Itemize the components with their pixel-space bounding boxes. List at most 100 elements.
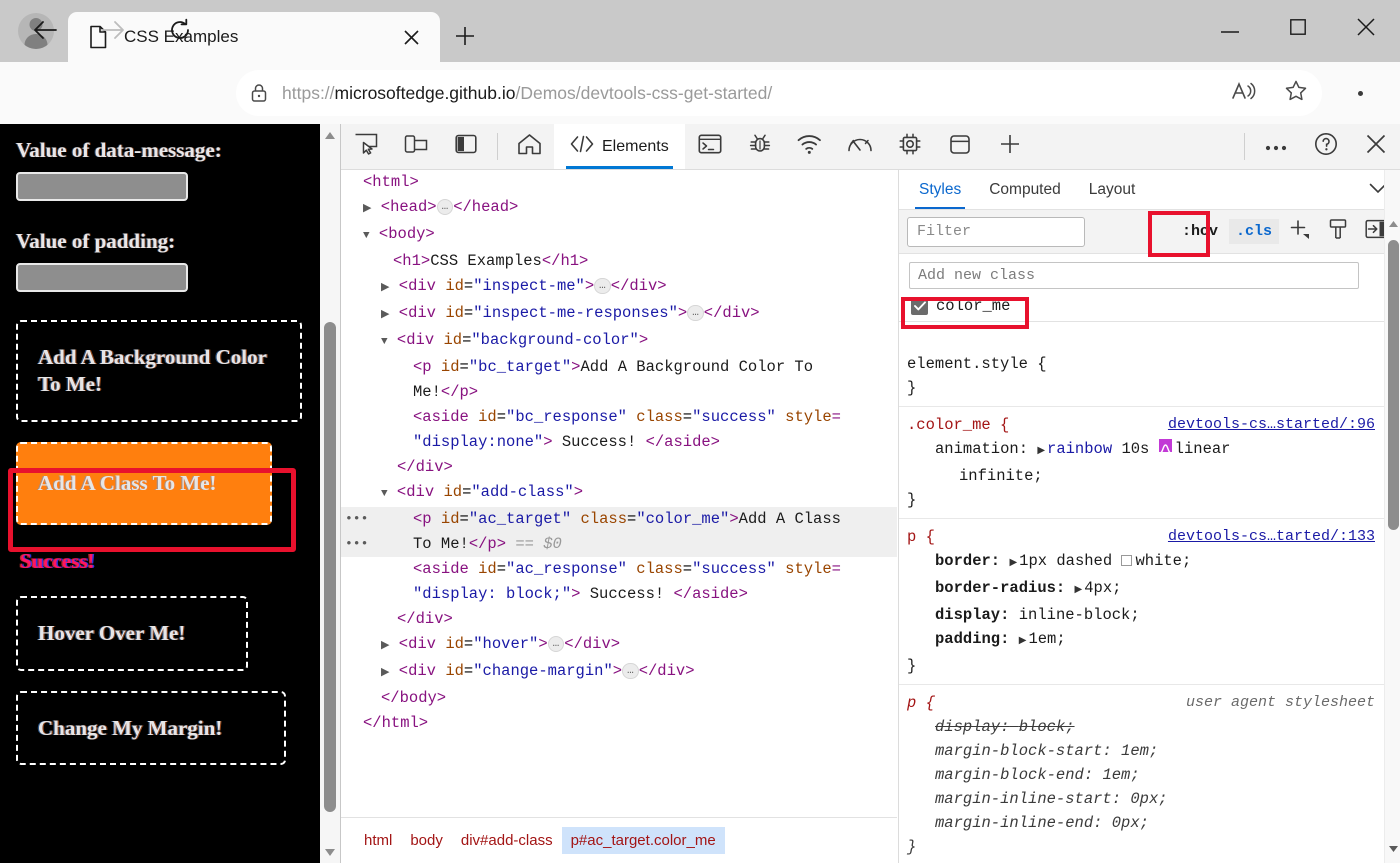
dom-line-html-close[interactable]: </html> — [341, 711, 897, 736]
class-toggle-row[interactable]: color_me — [909, 297, 1391, 315]
tab-styles[interactable]: Styles — [905, 171, 975, 209]
read-aloud-button[interactable] — [1218, 80, 1270, 107]
dock-side-button[interactable] — [441, 124, 491, 169]
dom-line-inspect-me-responses[interactable]: <div id="inspect-me-responses">…</div> — [341, 301, 897, 328]
expand-arrow-icon[interactable] — [1037, 440, 1047, 458]
tab-computed[interactable]: Computed — [975, 171, 1075, 209]
declaration-border[interactable]: border: 1px dashed white; — [907, 549, 1375, 576]
dom-line-h1[interactable]: <h1>CSS Examples</h1> — [341, 249, 897, 274]
scroll-up-arrow-icon[interactable] — [320, 124, 340, 146]
dom-line-html-open[interactable]: <html> — [341, 170, 897, 195]
padding-input[interactable] — [16, 263, 188, 292]
dom-line-ac-response[interactable]: <aside id="ac_response" class="success" … — [341, 557, 897, 582]
favorite-button[interactable] — [1270, 79, 1322, 108]
back-button[interactable] — [25, 12, 65, 52]
dom-line-head[interactable]: <head>…</head> — [341, 195, 897, 222]
new-style-rule-button[interactable] — [1283, 217, 1317, 247]
declaration-display[interactable]: display: inline-block; — [907, 603, 1375, 627]
declaration-margin-inline-start[interactable]: margin-inline-start: 0px; — [907, 787, 1375, 811]
change-margin-target[interactable]: Change My Margin! — [16, 690, 286, 766]
tab-performance[interactable] — [835, 124, 885, 169]
styles-scrollbar[interactable] — [1384, 170, 1400, 863]
dom-line-ac-target-selected[interactable]: <p id="ac_target" class="color_me">Add A… — [341, 506, 897, 532]
styles-scrollbar-thumb[interactable] — [1388, 240, 1399, 530]
declaration-animation[interactable]: animation: rainbow 10s linear — [907, 437, 1375, 464]
dom-line-body-close[interactable]: </body> — [341, 686, 897, 711]
expand-arrow-icon[interactable] — [1019, 630, 1029, 648]
breadcrumb-p-ac-target[interactable]: p#ac_target.color_me — [561, 827, 725, 854]
declaration-margin-block-start[interactable]: margin-block-start: 1em; — [907, 739, 1375, 763]
page-scrollbar-thumb[interactable] — [324, 322, 336, 812]
tab-elements[interactable]: Elements — [554, 124, 685, 169]
rule-p-user-agent[interactable]: p { user agent stylesheet display: block… — [899, 685, 1385, 863]
scroll-up-arrow-icon[interactable] — [1385, 214, 1400, 234]
new-tab-button[interactable] — [446, 20, 484, 56]
background-color-target[interactable]: Add A Background Color To Me! — [16, 320, 302, 422]
dom-line-add-class-close[interactable]: </div> — [341, 607, 897, 632]
tab-debugger[interactable] — [735, 124, 785, 169]
rule-selector[interactable]: p { — [907, 694, 935, 712]
declaration-border-radius[interactable]: border-radius: 4px; — [907, 576, 1375, 603]
tab-console[interactable] — [685, 124, 735, 169]
dom-line-hover[interactable]: <div id="hover">…</div> — [341, 632, 897, 659]
dom-line-add-class-open[interactable]: <div id="add-class"> — [341, 480, 897, 507]
toggle-pseudo-states-button[interactable]: :hov — [1175, 219, 1225, 244]
expand-arrow-icon[interactable] — [1009, 552, 1019, 570]
breadcrumb-body[interactable]: body — [401, 827, 452, 854]
rule-color-me[interactable]: .color_me { devtools-cs…started/:96 anim… — [899, 407, 1385, 519]
dom-line-inspect-me[interactable]: <div id="inspect-me">…</div> — [341, 274, 897, 301]
dom-line-bc-target[interactable]: <p id="bc_target">Add A Background Color… — [341, 355, 897, 380]
dom-line-ac-target-cont[interactable]: To Me!</p> == $0 — [341, 531, 897, 557]
tab-memory[interactable] — [885, 124, 935, 169]
hover-target[interactable]: Hover Over Me! — [16, 595, 248, 671]
tab-layout[interactable]: Layout — [1075, 171, 1150, 209]
breadcrumb-html[interactable]: html — [355, 827, 401, 854]
class-checkbox[interactable] — [911, 297, 928, 315]
data-message-input[interactable] — [16, 172, 188, 201]
devtools-more-button[interactable] — [1251, 124, 1301, 169]
close-icon[interactable] — [396, 22, 426, 52]
browser-settings-button[interactable] — [1340, 78, 1380, 108]
rule-selector[interactable]: .color_me { — [907, 416, 1009, 434]
rule-selector[interactable]: p { — [907, 528, 935, 546]
copy-styles-button[interactable] — [1321, 217, 1355, 247]
close-window-button[interactable] — [1332, 0, 1400, 58]
rule-origin-link[interactable]: devtools-cs…tarted/:133 — [1168, 525, 1375, 549]
color-swatch[interactable] — [1121, 555, 1133, 566]
device-emulation-button[interactable] — [391, 124, 441, 169]
maximize-button[interactable] — [1264, 0, 1332, 58]
add-new-class-input[interactable]: Add new class — [909, 262, 1359, 289]
breadcrumb-div-add-class[interactable]: div#add-class — [452, 827, 562, 854]
rule-element-style[interactable]: element.style { } — [899, 346, 1385, 407]
devtools-help-button[interactable] — [1301, 124, 1351, 169]
page-scrollbar[interactable] — [320, 124, 340, 863]
rule-selector[interactable]: element.style { — [907, 352, 1375, 376]
dom-line-bc-response-cont[interactable]: "display:none"> Success! </aside> — [341, 430, 897, 455]
easing-swatch-icon[interactable] — [1158, 439, 1172, 454]
devtools-close-button[interactable] — [1351, 124, 1400, 169]
dom-line-background-color-close[interactable]: </div> — [341, 455, 897, 480]
toggle-class-editor-button[interactable]: .cls — [1228, 219, 1279, 244]
dom-line-change-margin[interactable]: <div id="change-margin">…</div> — [341, 659, 897, 686]
dom-line-ac-response-cont[interactable]: "display: block;"> Success! </aside> — [341, 582, 897, 607]
add-class-target[interactable]: Add A Class To Me! — [16, 441, 272, 525]
expand-arrow-icon[interactable] — [1075, 579, 1085, 597]
dom-line-background-color-open[interactable]: <div id="background-color"> — [341, 328, 897, 355]
add-tool-button[interactable] — [985, 124, 1035, 169]
dom-line-body-open[interactable]: <body> — [341, 222, 897, 249]
reload-button[interactable] — [160, 12, 200, 52]
scroll-down-arrow-icon[interactable] — [320, 841, 340, 863]
declaration-margin-inline-end[interactable]: margin-inline-end: 0px; — [907, 811, 1375, 835]
scroll-down-arrow-icon[interactable] — [1385, 839, 1400, 859]
declaration-margin-block-end[interactable]: margin-block-end: 1em; — [907, 763, 1375, 787]
styles-filter-input[interactable]: Filter — [907, 216, 1085, 247]
inspect-element-button[interactable] — [341, 124, 391, 169]
dom-line-bc-response[interactable]: <aside id="bc_response" class="success" … — [341, 405, 897, 430]
dom-tree[interactable]: <html> <head>…</head> <body> <h1>CSS Exa… — [341, 170, 897, 817]
rule-origin-link[interactable]: devtools-cs…started/:96 — [1168, 413, 1375, 437]
rule-p-author[interactable]: p { devtools-cs…tarted/:133 border: 1px … — [899, 519, 1385, 685]
tab-application[interactable] — [935, 124, 985, 169]
minimize-button[interactable] — [1196, 0, 1264, 58]
declaration-display-overridden[interactable]: display: block; — [907, 715, 1375, 739]
tab-network[interactable] — [785, 124, 835, 169]
